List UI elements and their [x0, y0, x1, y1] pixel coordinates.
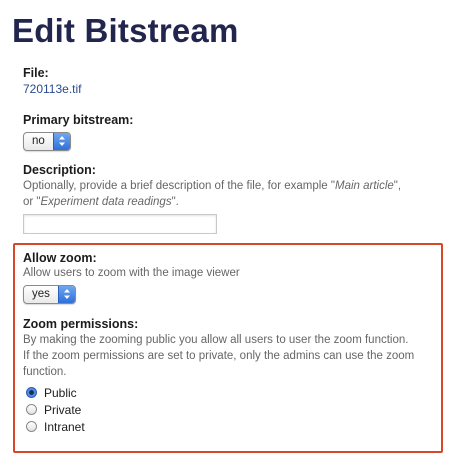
edit-bitstream-page: Edit Bitstream File: 720113e.tif Primary… [0, 0, 449, 453]
allow-zoom-label: Allow zoom: [23, 251, 97, 265]
allow-zoom-select[interactable]: yes [23, 284, 76, 304]
radio-option-intranet[interactable]: Intranet [26, 418, 85, 435]
primary-bitstream-label: Primary bitstream: [23, 113, 134, 127]
file-label: File: [23, 66, 49, 80]
radio-unchecked-icon[interactable] [26, 404, 37, 415]
zoom-permissions-help: By making the zooming public you allow a… [23, 334, 415, 378]
description-help: Optionally, provide a brief description … [23, 180, 402, 208]
zoom-permissions-label: Zoom permissions: [23, 317, 139, 331]
select-arrows-icon [57, 286, 75, 303]
primary-bitstream-value: no [32, 135, 45, 147]
page-title: Edit Bitstream [12, 12, 239, 49]
radio-label-intranet: Intranet [44, 419, 85, 434]
description-label: Description: [23, 163, 96, 177]
file-name: 720113e.tif [23, 82, 82, 96]
allow-zoom-help: Allow users to zoom with the image viewe… [23, 267, 240, 279]
description-input[interactable] [23, 214, 217, 234]
radio-option-private[interactable]: Private [26, 401, 85, 418]
radio-unchecked-icon[interactable] [26, 421, 37, 432]
radio-option-public[interactable]: Public [26, 384, 85, 401]
radio-checked-icon[interactable] [26, 387, 37, 398]
select-arrows-icon [52, 133, 70, 150]
primary-bitstream-select[interactable]: no [23, 131, 71, 151]
zoom-permissions-options: Public Private Intranet [26, 384, 85, 435]
allow-zoom-value: yes [32, 288, 50, 300]
radio-label-public: Public [44, 385, 77, 400]
radio-label-private: Private [44, 402, 82, 417]
